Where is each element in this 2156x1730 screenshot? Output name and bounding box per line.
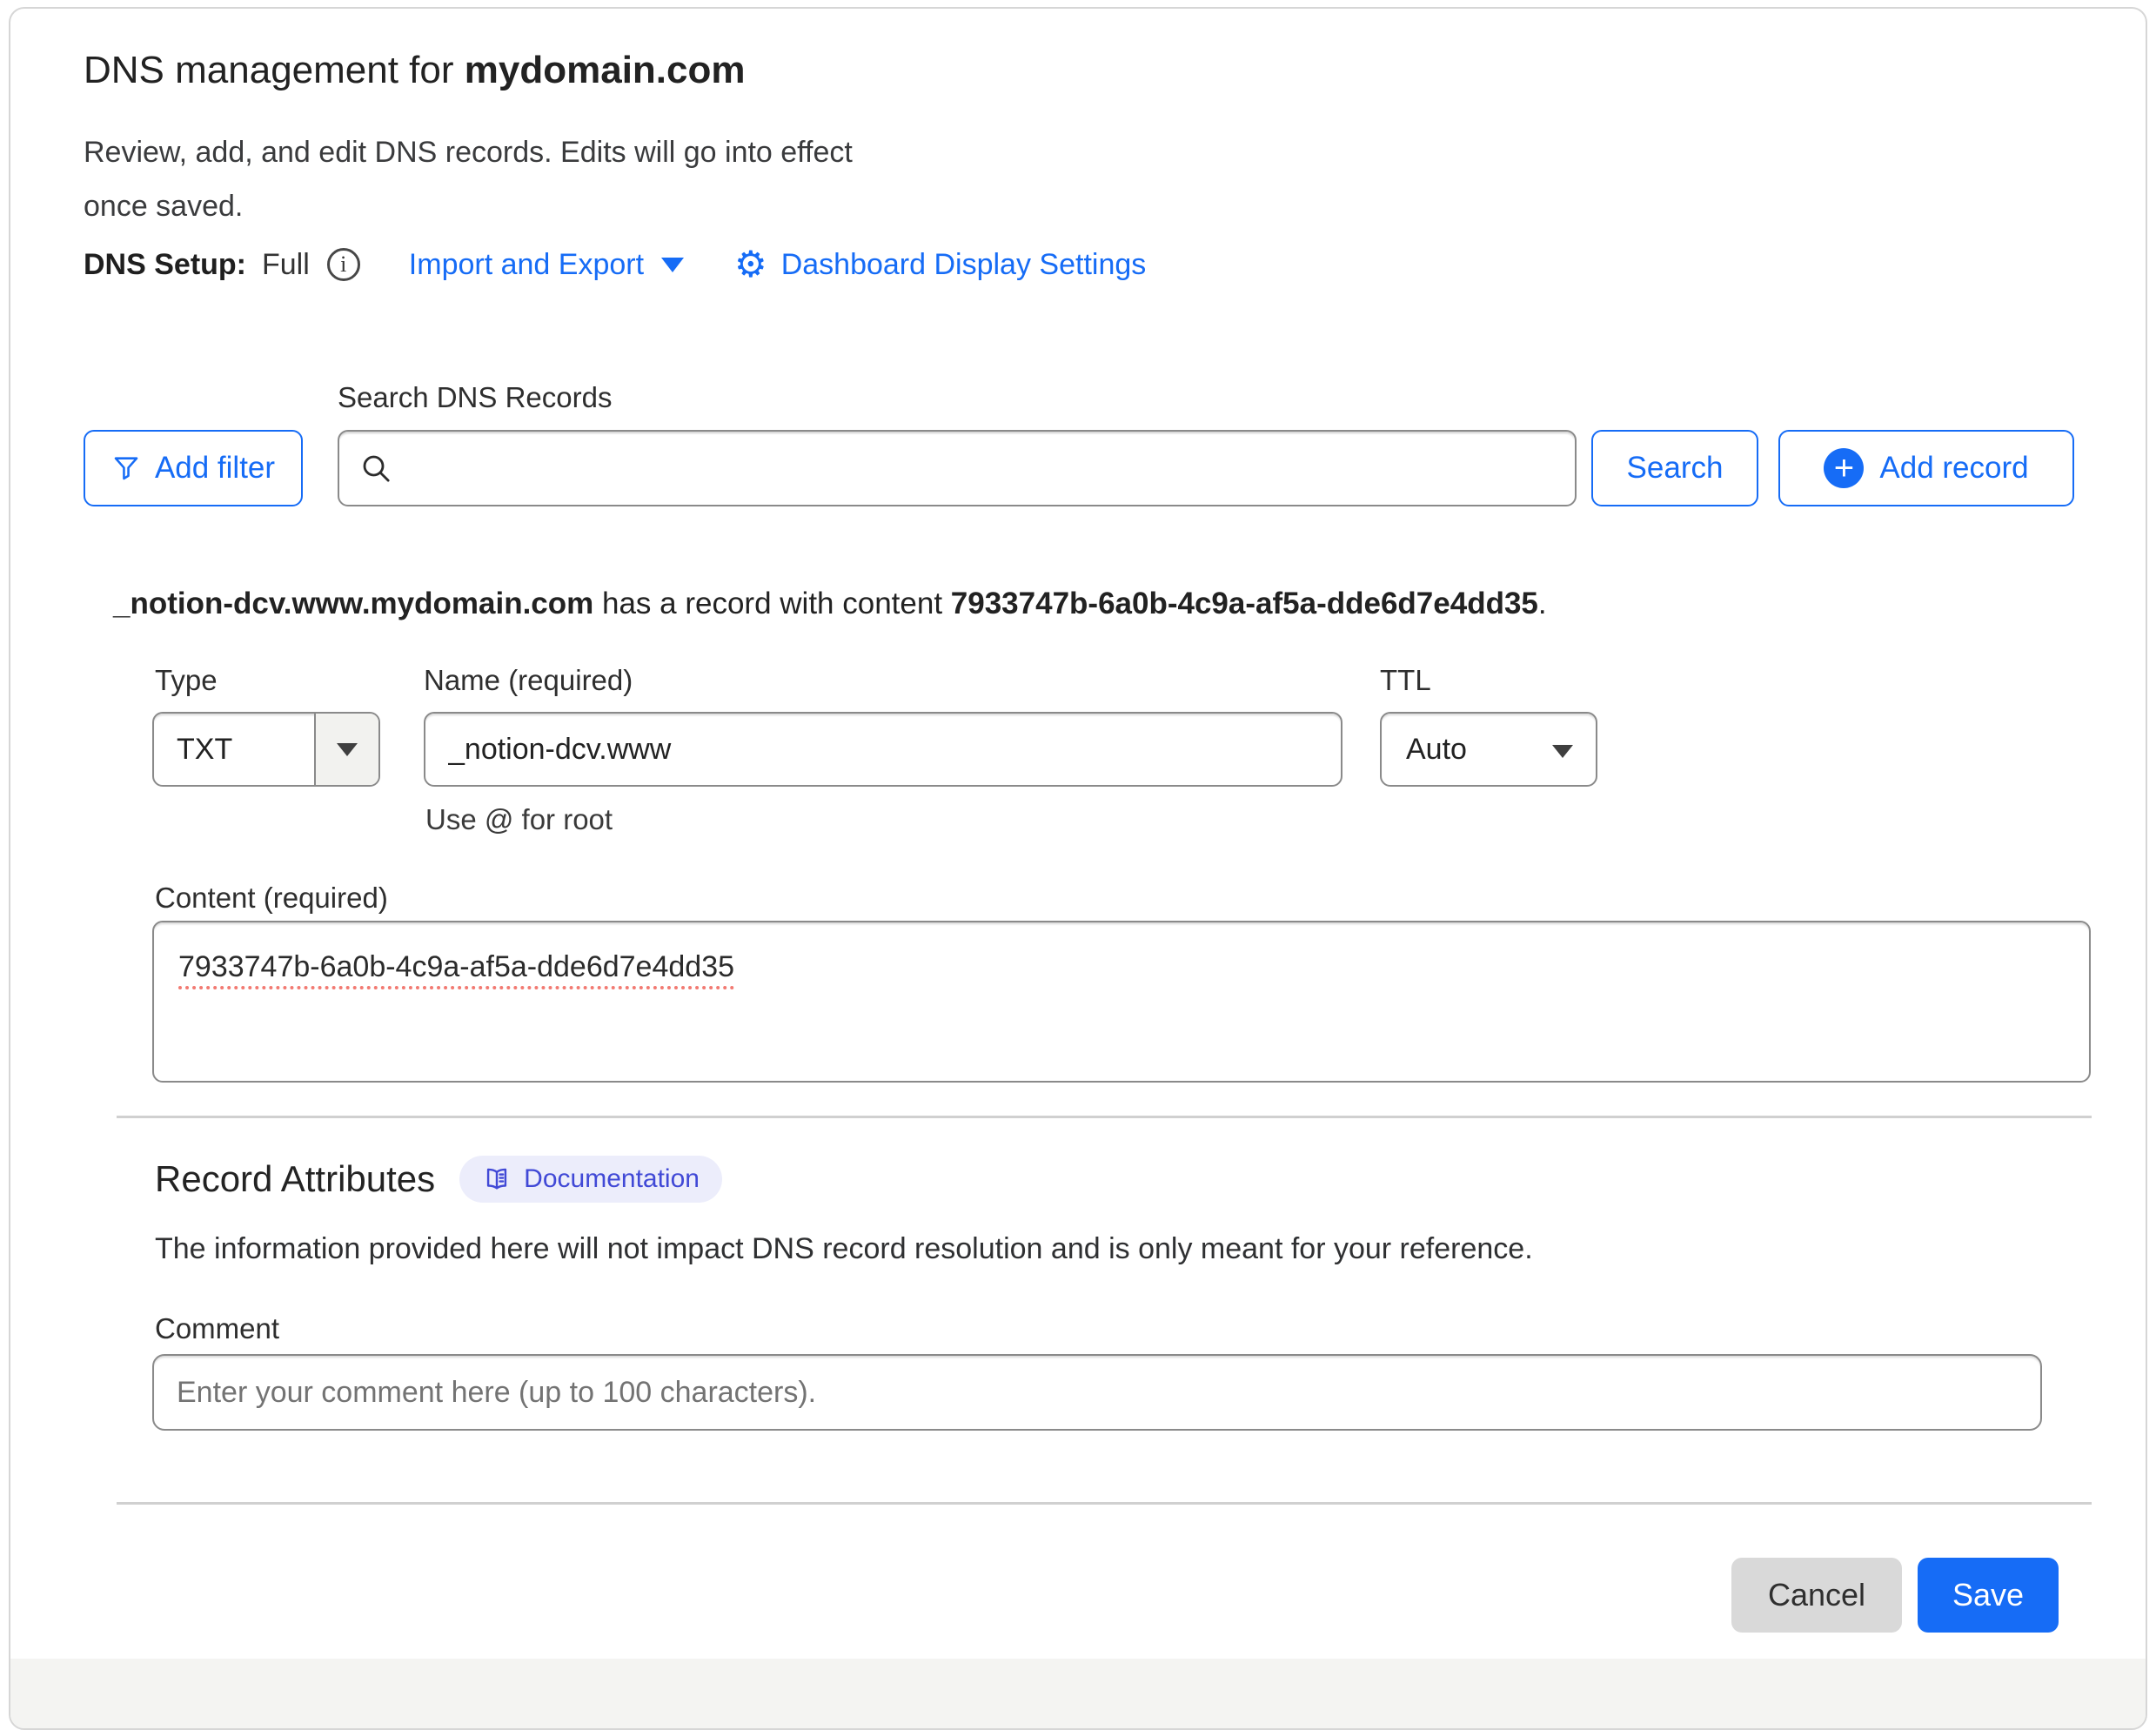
content-value: 7933747b-6a0b-4c9a-af5a-dde6d7e4dd35 bbox=[178, 950, 734, 983]
add-filter-label: Add filter bbox=[155, 451, 275, 486]
add-filter-button[interactable]: Add filter bbox=[84, 430, 303, 506]
dns-setup-label: DNS Setup: bbox=[84, 248, 246, 282]
record-attributes-header: Record Attributes Documentation bbox=[155, 1156, 722, 1203]
add-record-button[interactable]: + Add record bbox=[1778, 430, 2074, 506]
save-button-label: Save bbox=[1952, 1577, 2024, 1613]
page-subtitle: Review, add, and edit DNS records. Edits… bbox=[84, 125, 871, 233]
section-divider bbox=[117, 1116, 2092, 1118]
type-select-value: TXT bbox=[177, 714, 232, 785]
notice-middle: has a record with content bbox=[593, 587, 951, 620]
notice-record-name: _notion-dcv.www.mydomain.com bbox=[113, 587, 593, 620]
cancel-button-label: Cancel bbox=[1768, 1577, 1865, 1613]
record-attributes-heading: Record Attributes bbox=[155, 1158, 435, 1200]
type-select[interactable]: TXT bbox=[152, 712, 380, 787]
dashboard-display-settings-link[interactable]: Dashboard Display Settings bbox=[781, 248, 1147, 282]
import-export-link[interactable]: Import and Export bbox=[409, 248, 684, 282]
type-label: Type bbox=[155, 664, 218, 697]
gear-icon: ⚙︎ bbox=[734, 246, 767, 283]
notice-record-content: 7933747b-6a0b-4c9a-af5a-dde6d7e4dd35 bbox=[951, 587, 1538, 620]
next-section-background bbox=[10, 1659, 2146, 1730]
info-circle-icon[interactable]: i bbox=[327, 248, 360, 281]
type-select-arrow-segment[interactable] bbox=[314, 714, 378, 785]
record-attributes-description: The information provided here will not i… bbox=[155, 1232, 1533, 1266]
chevron-down-icon bbox=[1552, 745, 1573, 758]
search-dns-records-label: Search DNS Records bbox=[338, 381, 612, 414]
notice-suffix: . bbox=[1538, 587, 1547, 620]
comment-label: Comment bbox=[155, 1312, 279, 1345]
page-title-prefix: DNS management for bbox=[84, 49, 465, 91]
plus-circle-icon: + bbox=[1824, 448, 1864, 488]
magnifier-icon bbox=[358, 451, 393, 486]
footer-divider bbox=[117, 1502, 2092, 1505]
import-export-label: Import and Export bbox=[409, 248, 644, 282]
dns-setup-row: DNS Setup: Full i Import and Export ⚙︎ D… bbox=[84, 242, 1146, 287]
documentation-link[interactable]: Documentation bbox=[459, 1156, 722, 1203]
content-textarea[interactable]: 7933747b-6a0b-4c9a-af5a-dde6d7e4dd35 bbox=[152, 921, 2091, 1083]
ttl-select-value: Auto bbox=[1406, 714, 1467, 785]
cancel-button[interactable]: Cancel bbox=[1731, 1558, 1902, 1633]
name-label: Name (required) bbox=[424, 664, 633, 697]
comment-input[interactable] bbox=[152, 1354, 2042, 1431]
save-button[interactable]: Save bbox=[1918, 1558, 2059, 1633]
funnel-icon bbox=[111, 453, 141, 483]
open-book-icon bbox=[482, 1164, 512, 1194]
chevron-down-icon bbox=[337, 743, 358, 756]
search-button[interactable]: Search bbox=[1591, 430, 1758, 506]
page-title: DNS management for mydomain.com bbox=[84, 49, 746, 92]
add-record-label: Add record bbox=[1879, 451, 2028, 486]
search-input[interactable] bbox=[404, 439, 1575, 497]
ttl-label: TTL bbox=[1380, 664, 1431, 697]
dns-setup-value: Full bbox=[262, 248, 310, 282]
dns-management-card: DNS management for mydomain.com Review, … bbox=[9, 7, 2147, 1730]
name-helper-text: Use @ for root bbox=[425, 803, 613, 836]
name-input[interactable] bbox=[424, 712, 1342, 787]
ttl-select[interactable]: Auto bbox=[1380, 712, 1597, 787]
documentation-label: Documentation bbox=[524, 1164, 700, 1194]
content-label: Content (required) bbox=[155, 882, 388, 915]
chevron-down-icon bbox=[661, 258, 684, 272]
record-exists-notice: _notion-dcv.www.mydomain.com has a recor… bbox=[113, 587, 1547, 621]
search-input-wrap[interactable] bbox=[338, 430, 1577, 506]
search-button-label: Search bbox=[1627, 451, 1724, 486]
page-title-domain: mydomain.com bbox=[465, 49, 746, 91]
